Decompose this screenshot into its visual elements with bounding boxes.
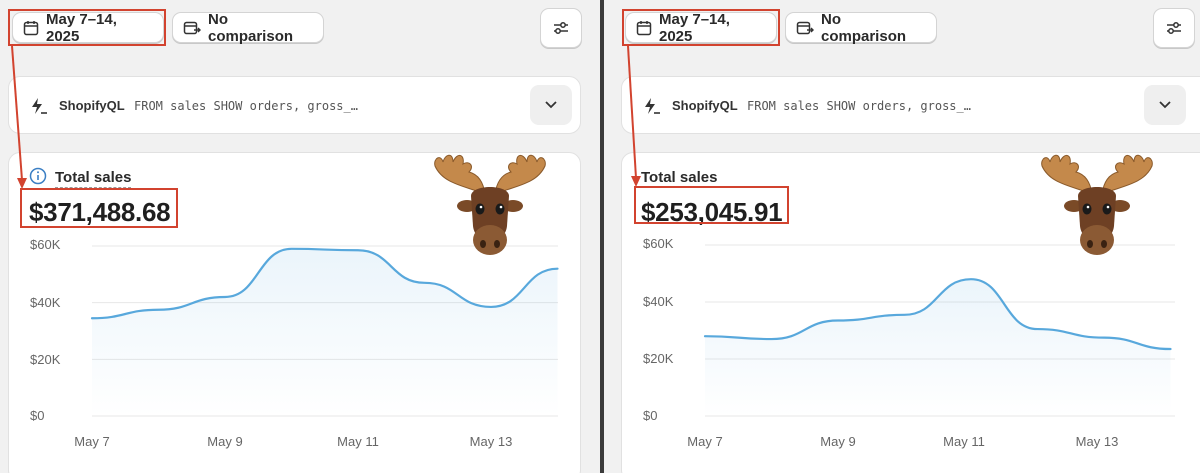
sales-area-fill	[705, 279, 1171, 416]
metric-value-highlight	[634, 186, 789, 224]
metric-value-highlight	[20, 188, 178, 228]
moose-emoji	[1041, 154, 1153, 255]
sales-area-fill	[92, 248, 558, 416]
right-panel: May 7–14, 2025 No comparison ShopifyQL F…	[604, 0, 1200, 473]
moose-emoji	[434, 154, 546, 255]
date-range-highlight	[8, 9, 166, 46]
date-range-highlight	[622, 9, 780, 46]
left-panel: May 7–14, 2025 No comparison ShopifyQL F…	[0, 0, 600, 473]
